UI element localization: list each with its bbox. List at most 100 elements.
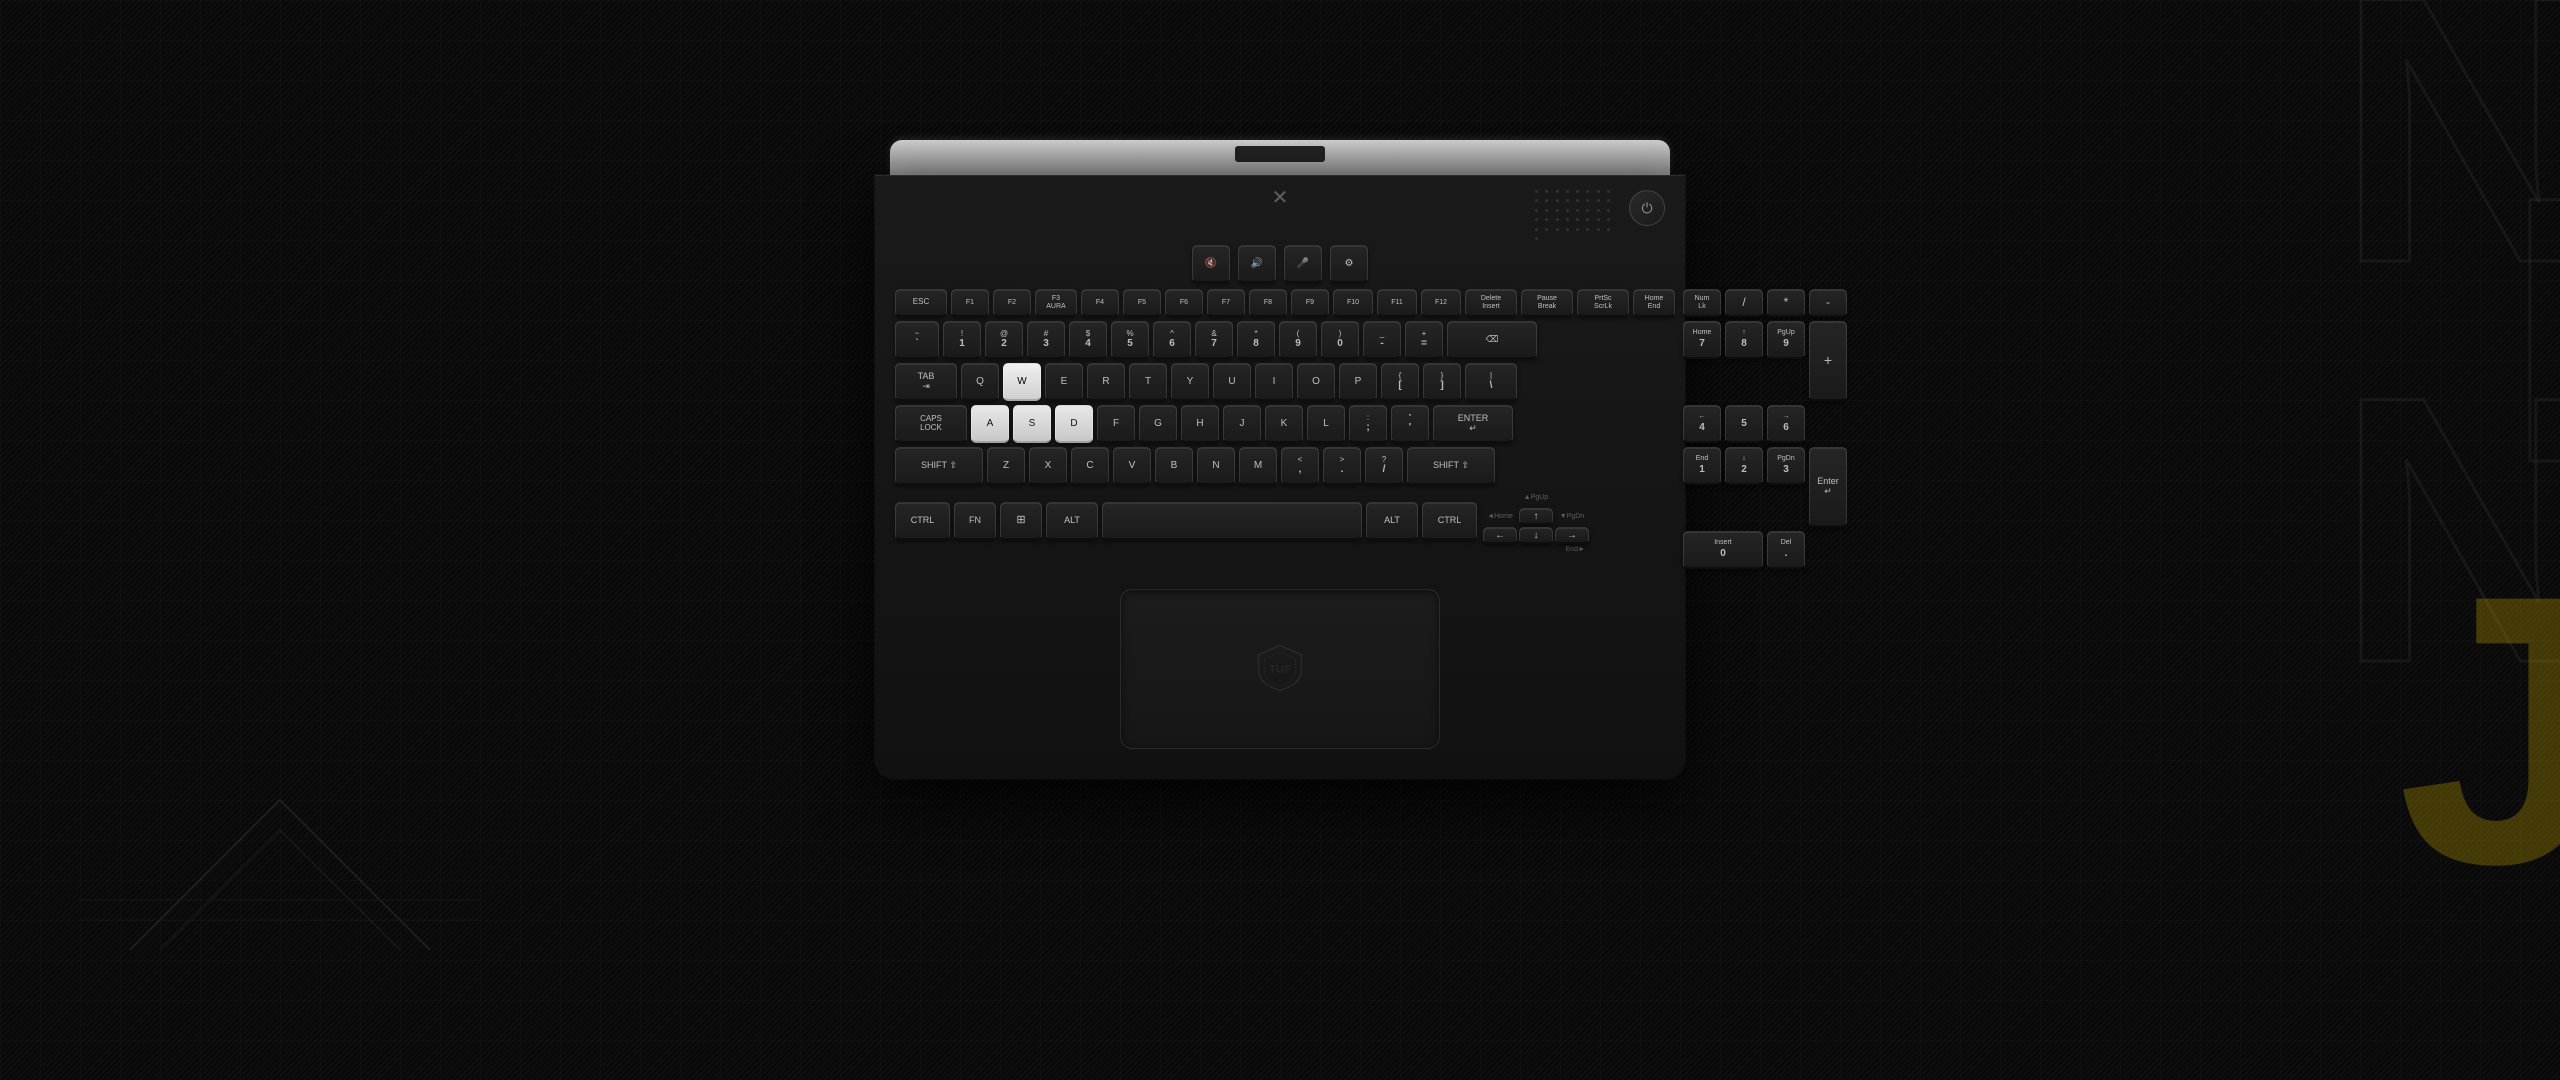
key-w[interactable]: W (1003, 363, 1041, 401)
key-7[interactable]: &7 (1195, 321, 1233, 359)
key-lbracket[interactable]: {[ (1381, 363, 1419, 401)
key-a[interactable]: A (971, 405, 1009, 443)
key-num-4[interactable]: ←4 (1683, 405, 1721, 443)
key-slash[interactable]: ?/ (1365, 447, 1403, 485)
key-t[interactable]: T (1129, 363, 1167, 401)
key-f[interactable]: F (1097, 405, 1135, 443)
key-left-arrow[interactable]: ← (1483, 527, 1517, 544)
key-delete[interactable]: DeleteInsert (1465, 289, 1517, 317)
key-s[interactable]: S (1013, 405, 1051, 443)
key-9[interactable]: (9 (1279, 321, 1317, 359)
key-num-enter[interactable]: Enter↵ (1809, 447, 1847, 527)
key-right-arrow[interactable]: → (1555, 527, 1589, 544)
key-5[interactable]: %5 (1111, 321, 1149, 359)
key-m[interactable]: M (1239, 447, 1277, 485)
key-3[interactable]: #3 (1027, 321, 1065, 359)
key-enter[interactable]: ENTER↵ (1433, 405, 1513, 443)
key-u[interactable]: U (1213, 363, 1251, 401)
key-6[interactable]: ^6 (1153, 321, 1191, 359)
key-left-ctrl[interactable]: CTRL (895, 502, 950, 540)
key-2[interactable]: @2 (985, 321, 1023, 359)
key-num-8[interactable]: ↑8 (1725, 321, 1763, 359)
key-num-6[interactable]: →6 (1767, 405, 1805, 443)
key-l[interactable]: L (1307, 405, 1345, 443)
key-o[interactable]: O (1297, 363, 1335, 401)
key-mute[interactable]: 🔇 (1192, 245, 1230, 283)
key-e[interactable]: E (1045, 363, 1083, 401)
key-prtsc[interactable]: PrtScScrLk (1577, 289, 1629, 317)
key-quote[interactable]: "' (1391, 405, 1429, 443)
key-f12[interactable]: F12 (1421, 289, 1461, 317)
key-x[interactable]: X (1029, 447, 1067, 485)
key-tab[interactable]: TAB⇥ (895, 363, 957, 401)
key-r[interactable]: R (1087, 363, 1125, 401)
key-num-decimal[interactable]: Del. (1767, 531, 1805, 569)
key-volume-up[interactable]: 🔊 (1238, 245, 1276, 283)
key-esc[interactable]: ESC (895, 289, 947, 317)
key-f9[interactable]: F9 (1291, 289, 1329, 317)
key-mic[interactable]: 🎤 (1284, 245, 1322, 283)
key-num-9[interactable]: PgUp9 (1767, 321, 1805, 359)
key-tilde[interactable]: ~` (895, 321, 939, 359)
key-z[interactable]: Z (987, 447, 1025, 485)
key-num-1[interactable]: End1 (1683, 447, 1721, 485)
key-v[interactable]: V (1113, 447, 1151, 485)
key-n[interactable]: N (1197, 447, 1235, 485)
key-home[interactable]: HomeEnd (1633, 289, 1675, 317)
key-f2[interactable]: F2 (993, 289, 1031, 317)
key-num-5[interactable]: 5 (1725, 405, 1763, 443)
key-right-ctrl[interactable]: CTRL (1422, 502, 1477, 540)
key-num-2[interactable]: ↓2 (1725, 447, 1763, 485)
key-num-multiply[interactable]: * (1767, 289, 1805, 317)
key-rbracket[interactable]: }] (1423, 363, 1461, 401)
key-8[interactable]: *8 (1237, 321, 1275, 359)
key-num-7[interactable]: Home7 (1683, 321, 1721, 359)
key-backspace[interactable]: ⌫ (1447, 321, 1537, 359)
key-right-shift[interactable]: SHIFT ⇧ (1407, 447, 1495, 485)
key-down-arrow[interactable]: ↓ (1519, 527, 1553, 544)
key-f11[interactable]: F11 (1377, 289, 1417, 317)
key-d[interactable]: D (1055, 405, 1093, 443)
key-b[interactable]: B (1155, 447, 1193, 485)
key-p[interactable]: P (1339, 363, 1377, 401)
key-backslash[interactable]: |\ (1465, 363, 1517, 401)
key-i[interactable]: I (1255, 363, 1293, 401)
key-fan[interactable]: ⚙ (1330, 245, 1368, 283)
key-left-shift[interactable]: SHIFT ⇧ (895, 447, 983, 485)
key-num-minus[interactable]: - (1809, 289, 1847, 317)
key-windows[interactable]: ⊞ (1000, 502, 1042, 540)
key-period[interactable]: >. (1323, 447, 1361, 485)
key-g[interactable]: G (1139, 405, 1177, 443)
key-num-divide[interactable]: / (1725, 289, 1763, 317)
key-up-arrow[interactable]: ↑ (1519, 508, 1553, 525)
key-h[interactable]: H (1181, 405, 1219, 443)
key-num-3[interactable]: PgDn3 (1767, 447, 1805, 485)
key-f6[interactable]: F6 (1165, 289, 1203, 317)
key-caps-lock[interactable]: CAPSLOCK (895, 405, 967, 443)
key-f4[interactable]: F4 (1081, 289, 1119, 317)
key-num-plus[interactable]: + (1809, 321, 1847, 401)
key-j[interactable]: J (1223, 405, 1261, 443)
key-f8[interactable]: F8 (1249, 289, 1287, 317)
key-minus[interactable]: _- (1363, 321, 1401, 359)
key-fn[interactable]: FN (954, 502, 996, 540)
key-f1[interactable]: F1 (951, 289, 989, 317)
key-pause[interactable]: PauseBreak (1521, 289, 1573, 317)
touchpad[interactable]: TUF (1120, 589, 1440, 749)
key-k[interactable]: K (1265, 405, 1303, 443)
key-equals[interactable]: += (1405, 321, 1443, 359)
key-0[interactable]: )0 (1321, 321, 1359, 359)
power-button[interactable]: ⏻ (1629, 190, 1665, 226)
key-f5[interactable]: F5 (1123, 289, 1161, 317)
key-f10[interactable]: F10 (1333, 289, 1373, 317)
key-num-0[interactable]: Insert0 (1683, 531, 1763, 569)
key-1[interactable]: !1 (943, 321, 981, 359)
key-right-alt[interactable]: ALT (1366, 502, 1418, 540)
key-q[interactable]: Q (961, 363, 999, 401)
key-4[interactable]: $4 (1069, 321, 1107, 359)
key-num-lock[interactable]: NumLk (1683, 289, 1721, 317)
key-f7[interactable]: F7 (1207, 289, 1245, 317)
key-semicolon[interactable]: :; (1349, 405, 1387, 443)
key-space[interactable] (1102, 502, 1362, 540)
key-f3[interactable]: F3AURA (1035, 289, 1077, 317)
